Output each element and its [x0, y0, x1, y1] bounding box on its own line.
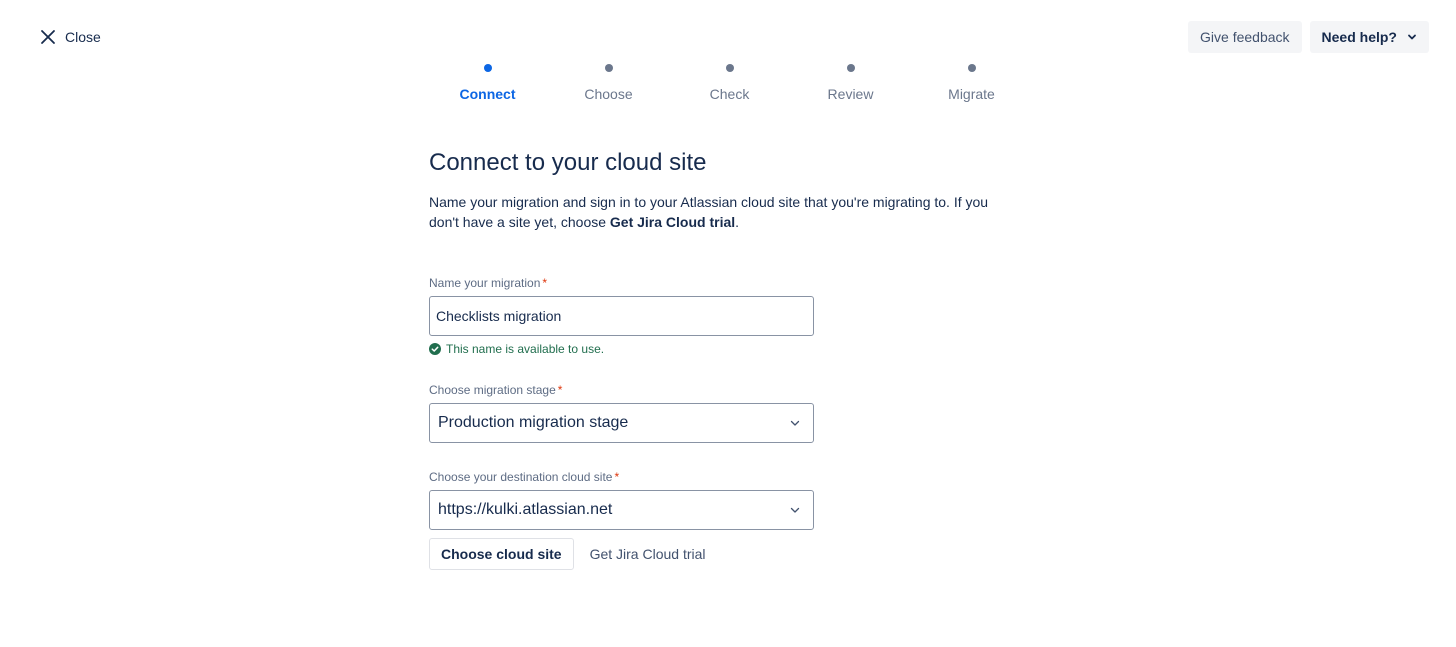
migration-name-label-text: Name your migration [429, 276, 541, 290]
migration-name-input[interactable] [429, 296, 814, 336]
close-button[interactable]: Close [40, 27, 101, 47]
give-feedback-button[interactable]: Give feedback [1188, 21, 1302, 53]
destination-site-label: Choose your destination cloud site * [429, 470, 814, 484]
description-suffix: . [735, 214, 740, 230]
step-review: Review [790, 64, 911, 102]
step-migrate: Migrate [911, 64, 1032, 102]
chevron-down-icon [790, 507, 800, 513]
chevron-down-icon [790, 420, 800, 426]
validation-text: This name is available to use. [446, 342, 605, 356]
step-label: Migrate [948, 86, 995, 102]
step-label: Check [709, 86, 750, 102]
description-trial-emphasis: Get Jira Cloud trial [609, 214, 736, 230]
choose-cloud-site-button[interactable]: Choose cloud site [429, 538, 574, 570]
close-icon [41, 30, 55, 44]
progress-stepper: Connect Choose Check Review Migrate [427, 64, 1032, 102]
required-mark: * [614, 470, 620, 484]
destination-site-label-text: Choose your destination cloud site [429, 470, 613, 484]
page-description: Name your migration and sign in to your … [429, 192, 1004, 232]
step-connect: Connect [427, 64, 548, 102]
success-check-icon [429, 343, 441, 355]
migration-page: Close Give feedback Need help? Connect C… [0, 0, 1456, 647]
site-actions: Choose cloud site Get Jira Cloud trial [429, 538, 706, 570]
step-dot [967, 64, 976, 72]
migration-stage-value: Production migration stage [438, 414, 629, 431]
required-mark: * [542, 276, 548, 290]
step-dot [846, 64, 855, 72]
migration-name-label: Name your migration * [429, 276, 814, 290]
destination-site-value: https://kulki.atlassian.net [438, 501, 613, 518]
step-dot [483, 64, 492, 72]
destination-site-select[interactable]: https://kulki.atlassian.net [429, 490, 814, 530]
close-label: Close [65, 29, 101, 45]
step-choose: Choose [548, 64, 669, 102]
destination-site-field: Choose your destination cloud site * http… [429, 470, 814, 530]
required-mark: * [557, 383, 563, 397]
get-jira-cloud-trial-button[interactable]: Get Jira Cloud trial [590, 538, 706, 570]
page-title: Connect to your cloud site [429, 149, 707, 176]
step-dot [604, 64, 613, 72]
main-content: Connect to your cloud site Name your mig… [429, 148, 1009, 570]
step-label: Choose [584, 86, 633, 102]
migration-name-field: Name your migration* This name is availa… [429, 276, 814, 356]
migration-stage-field: Choose migration stage * Production migra… [429, 383, 814, 443]
step-dot [725, 64, 734, 72]
chevron-down-icon [1408, 34, 1416, 40]
need-help-label: Need help? [1321, 29, 1397, 45]
validation-message: This name is available to use. [429, 342, 814, 356]
step-label: Review [827, 86, 874, 102]
header-actions: Give feedback Need help? [1188, 21, 1429, 53]
need-help-button[interactable]: Need help? [1309, 21, 1429, 53]
migration-stage-label: Choose migration stage * [429, 383, 814, 397]
step-check: Check [669, 64, 790, 102]
migration-stage-select[interactable]: Production migration stage [429, 403, 814, 443]
step-label: Connect [459, 86, 516, 102]
migration-stage-label-text: Choose migration stage [429, 383, 556, 397]
